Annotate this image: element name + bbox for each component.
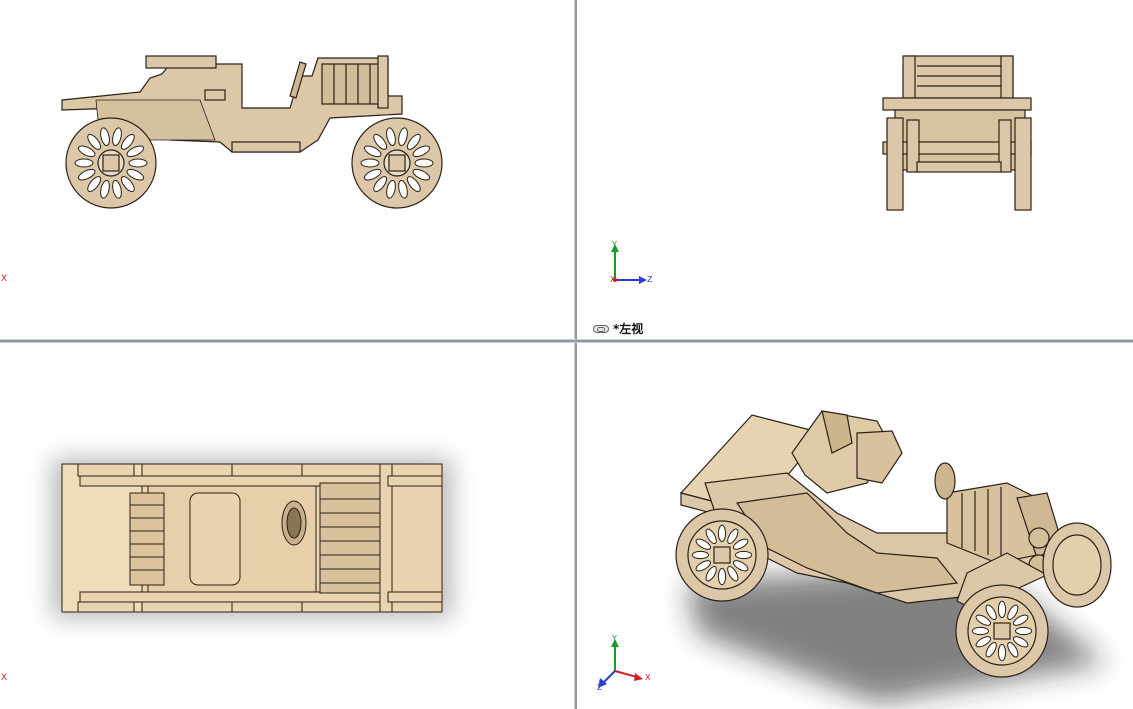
triad-y-label: Y: [612, 240, 617, 249]
view-name-label[interactable]: *左视: [593, 320, 643, 337]
view-name-text: *左视: [613, 322, 644, 336]
triad-z-label: Z: [647, 275, 653, 284]
coordinate-triad: Y Z X: [601, 238, 661, 288]
triad-iso-x-label: X: [645, 673, 651, 682]
viewport-top-view[interactable]: X: [0, 343, 574, 709]
x-axis-indicator: X: [1, 274, 8, 284]
triad-x-label: X: [610, 275, 616, 284]
x-axis-indicator-bottom: X: [1, 673, 8, 683]
triad-iso-z-label: Z: [597, 683, 603, 692]
viewport-splitter-horizontal[interactable]: [0, 339, 1133, 343]
car-side-view-model: [61, 55, 443, 209]
link-icon[interactable]: [593, 324, 609, 333]
viewport-front-view[interactable]: X: [0, 0, 574, 339]
viewport-isometric-view[interactable]: Y X Z: [577, 343, 1133, 709]
car-top-view-model: [52, 458, 452, 618]
viewport-left-view[interactable]: Y Z X *左视: [577, 0, 1133, 339]
coordinate-triad-iso: Y X Z: [593, 633, 663, 693]
triad-iso-y-label: Y: [612, 634, 617, 643]
viewport-splitter-vertical[interactable]: [574, 0, 577, 709]
car-end-view-model: [882, 55, 1032, 211]
